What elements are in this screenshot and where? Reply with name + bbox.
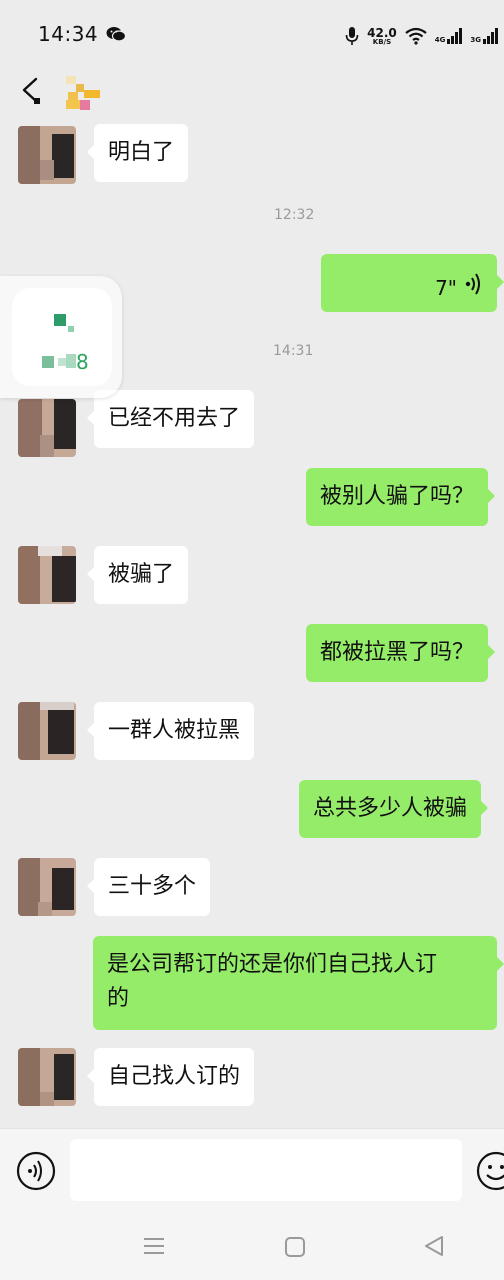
floating-window-content: 8	[12, 288, 112, 386]
message-bubble-incoming[interactable]: 被骗了	[86, 546, 189, 604]
sender-avatar[interactable]	[18, 126, 76, 184]
voice-wave-icon	[465, 273, 480, 295]
mic-icon	[345, 27, 359, 45]
sender-avatar[interactable]	[18, 1048, 76, 1106]
wifi-icon	[405, 27, 427, 45]
emoji-icon[interactable]	[476, 1151, 504, 1191]
message-bubble-outgoing[interactable]: 总共多少人被骗	[299, 780, 489, 838]
message-bubble-incoming[interactable]: 三十多个	[86, 858, 211, 916]
nav-menu-icon[interactable]	[142, 1236, 166, 1256]
voice-toggle-icon[interactable]	[16, 1151, 56, 1191]
sender-avatar[interactable]	[18, 399, 76, 457]
status-time: 14:34	[38, 22, 99, 46]
message-bubble-outgoing[interactable]: 是公司帮订的还是你们自己找人订 的	[93, 936, 504, 1030]
voice-message-bubble[interactable]: 7"	[321, 254, 504, 312]
floating-window-badge: 8	[76, 350, 89, 374]
back-icon[interactable]	[18, 76, 46, 104]
floating-window[interactable]: 8	[0, 276, 122, 398]
sender-avatar[interactable]	[18, 858, 76, 916]
network-speed-value: 42.0	[367, 25, 397, 40]
network-speed: 42.0 KB/S	[367, 27, 397, 46]
sender-avatar[interactable]	[18, 702, 76, 760]
message-input[interactable]	[70, 1139, 462, 1201]
floating-app-icon	[42, 314, 76, 368]
sender-avatar[interactable]	[18, 546, 76, 604]
wechat-icon	[106, 27, 126, 42]
contact-avatar[interactable]	[64, 76, 102, 110]
message-bubble-outgoing[interactable]: 被别人骗了吗？	[306, 468, 496, 526]
signal-3g: 3G	[470, 28, 498, 44]
message-bubble-outgoing[interactable]: 都被拉黑了吗？	[306, 624, 496, 682]
signal-3g-label: 3G	[470, 36, 481, 44]
message-bubble-incoming[interactable]: 自己找人订的	[86, 1048, 255, 1106]
signal-4g: 4G	[435, 28, 463, 44]
input-bar	[0, 1128, 504, 1212]
nav-back-icon[interactable]	[422, 1234, 446, 1258]
message-bubble-incoming[interactable]: 明白了	[86, 124, 189, 182]
status-bar: 14:34 42.0 KB/S 4G 3G	[0, 0, 504, 62]
message-bubble-incoming[interactable]: 一群人被拉黑	[86, 702, 255, 760]
status-indicators: 42.0 KB/S 4G 3G	[345, 24, 498, 48]
message-timestamp: 12:32	[274, 207, 315, 223]
message-timestamp: 14:31	[273, 343, 314, 359]
message-bubble-incoming[interactable]: 已经不用去了	[86, 390, 255, 448]
network-speed-unit: KB/S	[372, 37, 392, 46]
nav-home-icon[interactable]	[284, 1236, 306, 1258]
system-nav-bar	[0, 1212, 504, 1280]
signal-4g-label: 4G	[434, 36, 446, 44]
voice-duration: 7"	[435, 276, 457, 300]
